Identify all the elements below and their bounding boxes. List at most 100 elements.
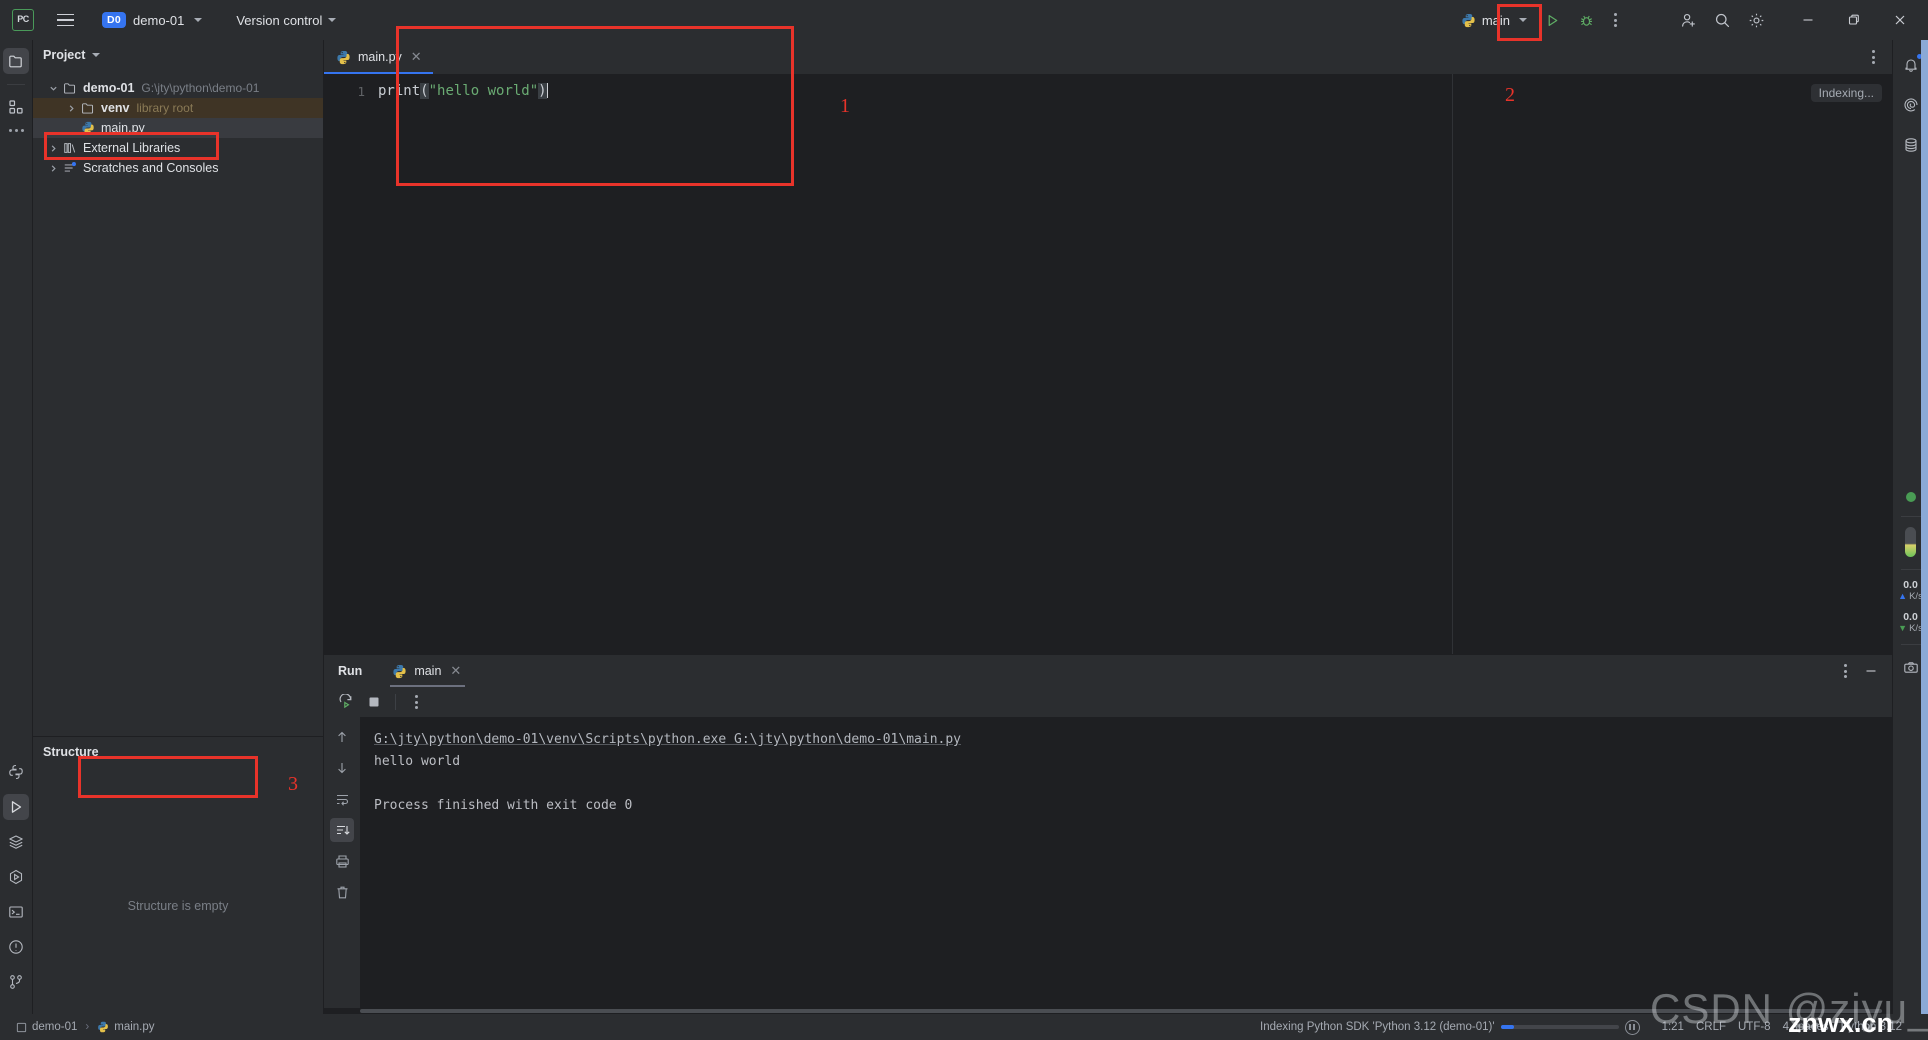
status-bar: demo-01 › main.py Indexing Python SDK 'P… <box>0 1014 1928 1040</box>
window-edge-highlight <box>1921 40 1928 1014</box>
debug-button[interactable] <box>1570 4 1602 36</box>
run-anything-icon[interactable] <box>3 864 29 890</box>
editor-tab-label: main.py <box>358 50 402 64</box>
rerun-button[interactable] <box>334 690 358 714</box>
more-actions-icon[interactable] <box>1604 9 1626 31</box>
code-editor[interactable]: 1 print("hello world") Indexing... <box>324 74 1892 654</box>
project-icon[interactable] <box>3 48 29 74</box>
line-separator[interactable]: CRLF <box>1690 1019 1732 1035</box>
structure-panel-body: Structure is empty <box>33 767 323 1014</box>
version-control-label: Version control <box>236 12 323 28</box>
search-icon[interactable] <box>1706 4 1738 36</box>
console-output[interactable]: G:\jty\python\demo-01\venv\Scripts\pytho… <box>360 717 1892 1008</box>
run-configuration-selector[interactable]: main <box>1454 9 1534 32</box>
indent-setting[interactable]: 4 spaces <box>1777 1019 1835 1035</box>
breadcrumb-file[interactable]: main.py <box>91 1019 160 1035</box>
clear-all-button[interactable] <box>330 880 354 904</box>
console-row: G:\jty\python\demo-01\venv\Scripts\pytho… <box>324 717 1892 1008</box>
camera-icon[interactable] <box>1898 655 1924 681</box>
scroll-to-end-button[interactable] <box>330 818 354 842</box>
tree-item-venv[interactable]: venv library root <box>33 98 323 118</box>
run-options-icon[interactable] <box>1834 660 1856 682</box>
tree-sublabel: library root <box>136 101 194 115</box>
restore-icon[interactable] <box>1832 2 1876 38</box>
title-bar-left: PC D0 demo-01 Version control <box>0 3 342 37</box>
network-upload-unit-row: ▲ K/s <box>1898 591 1923 602</box>
minimize-icon[interactable] <box>1860 660 1882 682</box>
indexing-badge: Indexing... <box>1810 84 1882 102</box>
editor-tab-main-py[interactable]: main.py ✕ <box>324 40 433 74</box>
indent-label: 4 spaces <box>1782 1021 1829 1033</box>
breadcrumb-project[interactable]: demo-01 <box>10 1019 83 1035</box>
code-token-function: print <box>378 83 421 99</box>
git-icon[interactable] <box>3 969 29 995</box>
database-icon[interactable] <box>1898 132 1924 158</box>
editor-code-content[interactable]: print("hello world") <box>378 74 1892 654</box>
line-number: 1 <box>357 84 365 99</box>
pause-icon[interactable] <box>1624 1019 1640 1035</box>
title-bar: PC D0 demo-01 Version control main <box>0 0 1928 40</box>
console-horizontal-scrollbar[interactable] <box>324 1008 1892 1014</box>
scroll-up-button[interactable] <box>330 725 354 749</box>
scroll-down-button[interactable] <box>330 756 354 780</box>
chevron-right-icon[interactable] <box>45 164 61 173</box>
console-line-exit: Process finished with exit code 0 <box>374 798 633 813</box>
print-button[interactable] <box>330 849 354 873</box>
main-menu-icon[interactable] <box>48 3 82 37</box>
tree-sublabel: G:\jty\python\demo-01 <box>141 81 260 95</box>
chevron-down-icon <box>328 18 337 22</box>
notifications-icon[interactable] <box>1898 52 1924 78</box>
python-file-icon <box>392 664 407 679</box>
file-encoding[interactable]: UTF-8 <box>1732 1019 1777 1035</box>
services-icon[interactable] <box>3 829 29 855</box>
close-icon[interactable]: ✕ <box>409 49 424 65</box>
structure-tool-window: Structure Structure is empty <box>33 737 323 1014</box>
chevron-down-icon[interactable] <box>92 53 101 57</box>
more-tools-icon[interactable] <box>8 129 24 132</box>
chevron-down-icon[interactable] <box>45 84 61 93</box>
python-console-icon[interactable] <box>3 759 29 785</box>
caret-position[interactable]: 1:21 <box>1656 1019 1690 1035</box>
run-tool-icon[interactable] <box>3 794 29 820</box>
interpreter-selector[interactable]: Python 3.12 <box>1835 1019 1908 1035</box>
tree-item-scratches-and-consoles[interactable]: Scratches and Consoles <box>33 158 323 178</box>
pycharm-logo-icon: PC <box>12 9 34 31</box>
run-more-options-icon[interactable] <box>405 691 427 713</box>
run-config-label: main <box>1481 12 1510 28</box>
editor-area: main.py ✕ 1 print("hello world") Indexin… <box>324 40 1892 654</box>
run-tab-main[interactable]: main ✕ <box>384 655 471 687</box>
interpreter-label: Python 3.12 <box>1840 1021 1902 1033</box>
indexing-progress-bar <box>1500 1025 1619 1029</box>
tree-item-project-root[interactable]: demo-01 G:\jty\python\demo-01 <box>33 78 323 98</box>
project-selector[interactable]: D0 demo-01 <box>98 9 208 32</box>
memory-gauge[interactable] <box>1905 526 1916 557</box>
run-panel-header: Run main ✕ <box>324 655 1892 687</box>
add-user-icon[interactable] <box>1672 4 1704 36</box>
structure-panel-header: Structure <box>33 737 323 767</box>
tree-item-external-libraries[interactable]: External Libraries <box>33 138 323 158</box>
run-button[interactable] <box>1536 4 1568 36</box>
structure-icon[interactable] <box>3 94 29 120</box>
stop-button[interactable] <box>362 690 386 714</box>
file-encoding-label: UTF-8 <box>1737 1021 1771 1033</box>
editor-tab-bar: main.py ✕ <box>324 40 1892 74</box>
ai-assistant-icon[interactable] <box>1898 92 1924 118</box>
python-file-icon <box>1461 13 1476 28</box>
chevron-right-icon[interactable] <box>63 104 79 113</box>
chevron-right-icon[interactable] <box>45 144 61 153</box>
problems-icon[interactable] <box>3 934 29 960</box>
gear-icon[interactable] <box>1740 4 1772 36</box>
version-control-menu[interactable]: Version control <box>230 10 342 31</box>
minimize-icon[interactable] <box>1786 2 1830 38</box>
tree-item-main-py[interactable]: main.py <box>33 118 323 138</box>
network-upload-value: 0.0 <box>1903 578 1918 591</box>
network-download-unit-row: ▼ K/s <box>1898 623 1923 634</box>
tree-label: demo-01 <box>83 81 135 95</box>
close-icon[interactable]: ✕ <box>448 663 463 679</box>
editor-options-icon[interactable] <box>1862 46 1884 68</box>
network-upload-indicator: 0.0 ▲ K/s <box>1898 578 1923 602</box>
title-bar-right: main <box>1454 2 1928 38</box>
soft-wrap-button[interactable] <box>330 787 354 811</box>
close-icon[interactable] <box>1878 2 1922 38</box>
terminal-icon[interactable] <box>3 899 29 925</box>
